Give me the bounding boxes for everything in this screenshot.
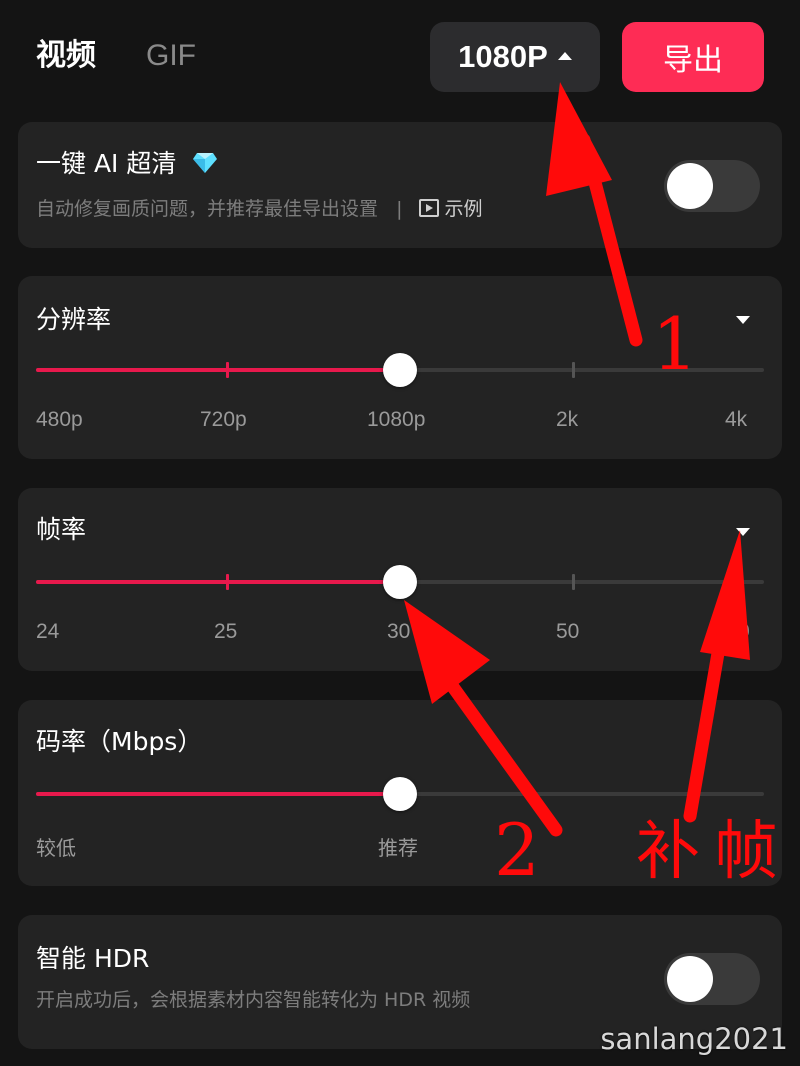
frame-rate-card: 帧率 24 25 30 50 0: [18, 488, 782, 671]
example-label: 示例: [444, 198, 483, 220]
annotation-label-1: 1: [652, 302, 698, 386]
resolution-option-720p[interactable]: 720p: [200, 406, 247, 434]
tab-gif[interactable]: GIF: [146, 36, 196, 76]
export-button[interactable]: 导出: [622, 22, 764, 92]
resolution-option-4k[interactable]: 4k: [725, 406, 747, 434]
export-header: 视频 GIF 1080P 导出: [0, 0, 800, 110]
slider-handle[interactable]: [383, 353, 417, 387]
bitrate-slider[interactable]: [36, 774, 764, 814]
resolution-dropdown-button[interactable]: 1080P: [430, 22, 600, 92]
bitrate-title: 码率（Mbps）: [36, 727, 203, 756]
slider-tick: [572, 362, 575, 378]
resolution-button-label: 1080P: [458, 39, 548, 74]
bitrate-label-low: 较低: [36, 836, 76, 860]
resolution-option-480p[interactable]: 480p: [36, 406, 83, 434]
play-icon: [418, 199, 439, 217]
slider-tick: [572, 574, 575, 590]
toggle-knob: [667, 956, 713, 1002]
ai-hd-description: 自动修复画质问题，并推荐最佳导出设置: [36, 198, 379, 220]
chevron-down-icon[interactable]: [736, 528, 750, 536]
chevron-down-icon[interactable]: [736, 316, 750, 324]
resolution-option-2k[interactable]: 2k: [556, 406, 578, 434]
frame-rate-option-25[interactable]: 25: [214, 618, 237, 646]
slider-tick: [226, 574, 229, 590]
smart-hdr-title: 智能 HDR: [36, 944, 150, 973]
resolution-option-1080p[interactable]: 1080p: [367, 406, 425, 434]
frame-rate-option-50[interactable]: 50: [556, 618, 579, 646]
diamond-icon: [193, 153, 218, 173]
frame-rate-option-24[interactable]: 24: [36, 618, 59, 646]
ai-hd-title-row: 一键 AI 超清: [36, 148, 218, 180]
frame-rate-slider[interactable]: [36, 562, 764, 602]
slider-handle[interactable]: [383, 777, 417, 811]
slider-tick: [226, 362, 229, 378]
frame-rate-option-60[interactable]: 0: [738, 618, 750, 646]
ai-hd-description-row: 自动修复画质问题，并推荐最佳导出设置 | 示例: [36, 196, 483, 222]
ai-hd-title: 一键 AI 超清: [36, 149, 177, 178]
slider-fill: [36, 580, 400, 584]
slider-fill: [36, 792, 400, 796]
watermark: sanlang2021: [600, 1022, 788, 1056]
caret-up-icon: [557, 52, 572, 60]
bitrate-label-recommended: 推荐: [378, 836, 418, 860]
slider-fill: [36, 368, 400, 372]
toggle-knob: [667, 163, 713, 209]
annotation-label-interp: 补帧: [636, 815, 792, 889]
separator: |: [396, 198, 403, 220]
ai-hd-toggle[interactable]: [664, 160, 760, 212]
frame-rate-title: 帧率: [36, 515, 87, 544]
resolution-title: 分辨率: [36, 305, 112, 334]
tab-video[interactable]: 视频: [36, 36, 96, 76]
ai-hd-card: 一键 AI 超清 自动修复画质问题，并推荐最佳导出设置 | 示例: [18, 122, 782, 248]
frame-rate-option-30[interactable]: 30: [387, 618, 410, 646]
smart-hdr-toggle[interactable]: [664, 953, 760, 1005]
annotation-label-2: 2: [494, 808, 540, 892]
slider-handle[interactable]: [383, 565, 417, 599]
example-link[interactable]: 示例: [418, 198, 483, 220]
smart-hdr-description: 开启成功后，会根据素材内容智能转化为 HDR 视频: [36, 989, 471, 1011]
